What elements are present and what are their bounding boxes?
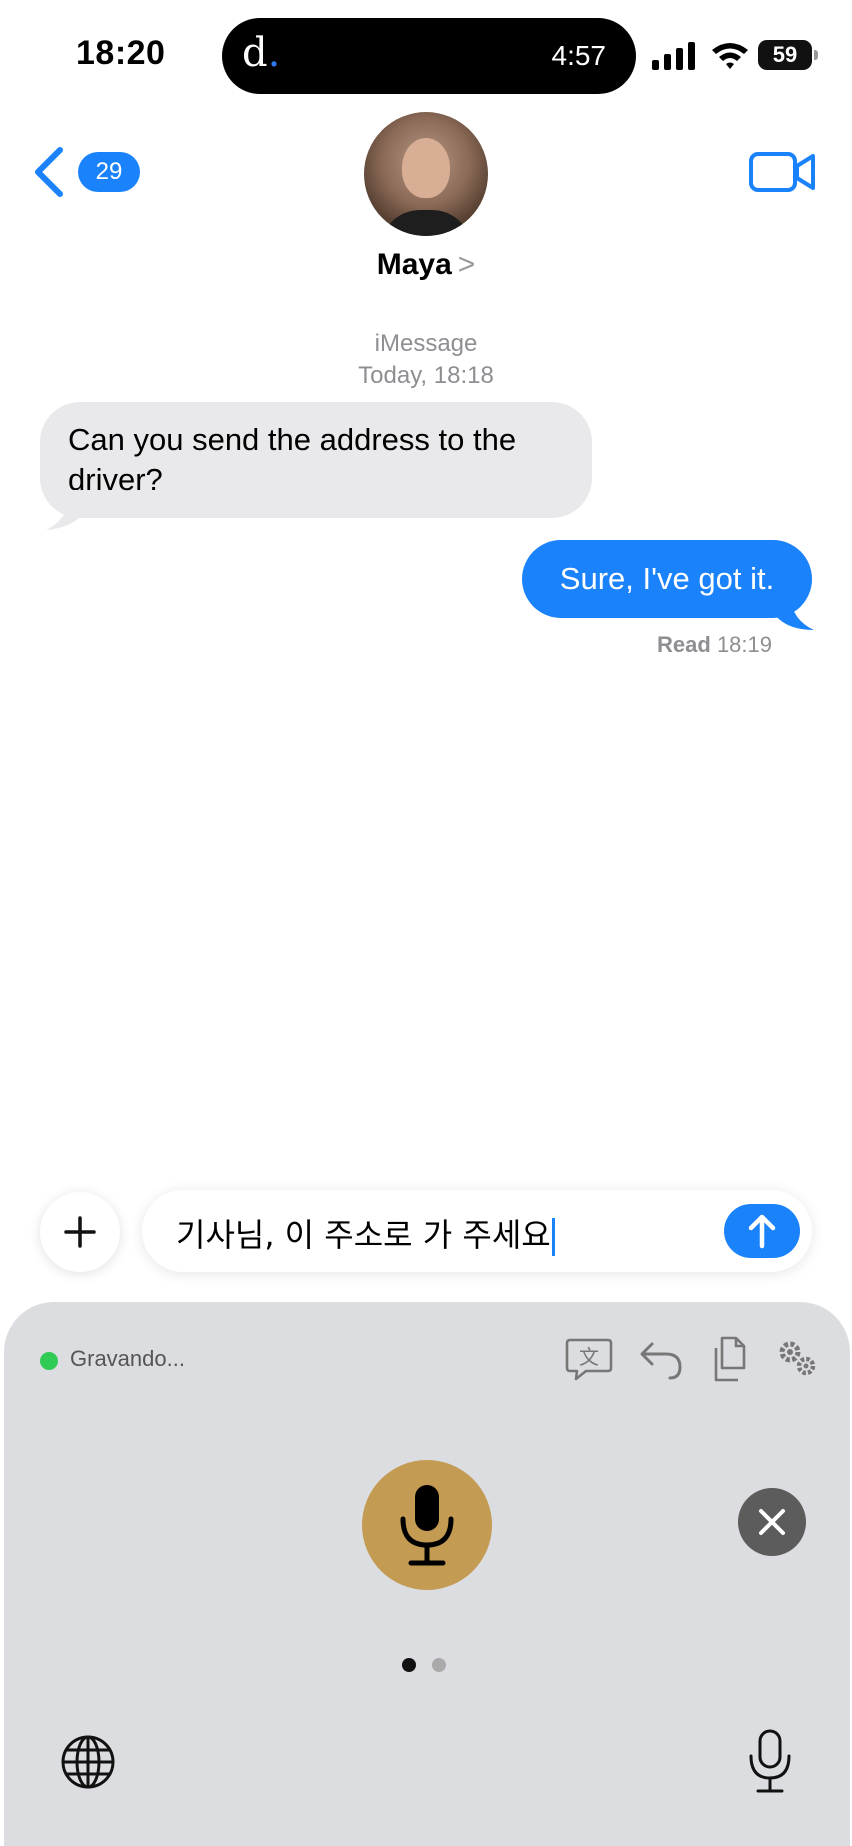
status-time: 18:20: [76, 34, 166, 72]
add-attachment-button[interactable]: [40, 1192, 120, 1272]
microphone-icon: [400, 1485, 454, 1566]
cancel-dictation-button[interactable]: [738, 1488, 806, 1556]
send-button[interactable]: [724, 1204, 800, 1258]
recording-status-label: Gravando...: [70, 1346, 185, 1371]
message-input[interactable]: 기사님, 이 주소로 가 주세요: [142, 1190, 812, 1272]
globe-icon[interactable]: [58, 1732, 118, 1792]
contact-name[interactable]: Maya >: [0, 248, 852, 282]
close-icon: [759, 1509, 785, 1535]
island-logo-dot: .: [267, 30, 281, 76]
page-dot-active[interactable]: [402, 1658, 416, 1672]
video-call-icon[interactable]: [748, 150, 816, 194]
dictation-mic-icon[interactable]: [746, 1728, 794, 1794]
read-receipt: Read 18:19: [657, 632, 772, 658]
translate-icon[interactable]: 文: [564, 1334, 614, 1384]
dictation-mic-button[interactable]: [362, 1460, 492, 1590]
island-logo-letter: d: [242, 30, 268, 76]
outgoing-bubble-tail: [776, 596, 814, 630]
contact-avatar[interactable]: [364, 112, 488, 236]
copy-icon[interactable]: [706, 1334, 756, 1384]
avatar-face: [402, 138, 450, 198]
battery-indicator: 59: [758, 40, 812, 70]
unread-count-badge[interactable]: 29: [78, 152, 140, 192]
cellular-signal-icon: [652, 42, 695, 70]
read-time: 18:19: [716, 632, 772, 657]
island-timer: 4:57: [551, 40, 607, 71]
incoming-bubble-tail: [46, 490, 86, 530]
dictation-keyboard-panel: Gravando... 文: [4, 1302, 850, 1846]
status-bar: 18:20 d. 4:57 59: [0, 0, 852, 110]
incoming-message-bubble[interactable]: Can you send the address to the driver?: [40, 402, 592, 518]
plus-icon: [64, 1216, 96, 1248]
text-caret: [551, 1218, 555, 1256]
svg-text:文: 文: [579, 1345, 599, 1369]
recording-indicator-dot: [40, 1352, 58, 1370]
undo-icon[interactable]: [636, 1334, 686, 1384]
read-label: Read: [657, 632, 711, 657]
page-dot-inactive[interactable]: [432, 1658, 446, 1672]
battery-cap: [814, 50, 818, 60]
message-input-value: 기사님, 이 주소로 가 주세요: [176, 1210, 555, 1256]
back-chevron-icon[interactable]: [32, 146, 66, 198]
arrow-up-icon: [748, 1214, 776, 1249]
island-app-logo: d.: [242, 30, 280, 76]
message-timestamp: Today, 18:18: [358, 362, 494, 389]
dynamic-island[interactable]: d. 4:57: [222, 18, 636, 94]
outgoing-message-bubble[interactable]: Sure, I've got it.: [522, 540, 812, 618]
avatar-shirt: [380, 210, 472, 236]
contact-name-label: Maya: [376, 248, 452, 281]
chevron-right-icon: >: [457, 248, 476, 281]
settings-icon[interactable]: [772, 1334, 822, 1384]
wifi-icon: [712, 43, 748, 69]
message-input-text: 기사님, 이 주소로 가 주세요: [176, 1216, 551, 1254]
service-label: iMessage: [374, 330, 478, 357]
